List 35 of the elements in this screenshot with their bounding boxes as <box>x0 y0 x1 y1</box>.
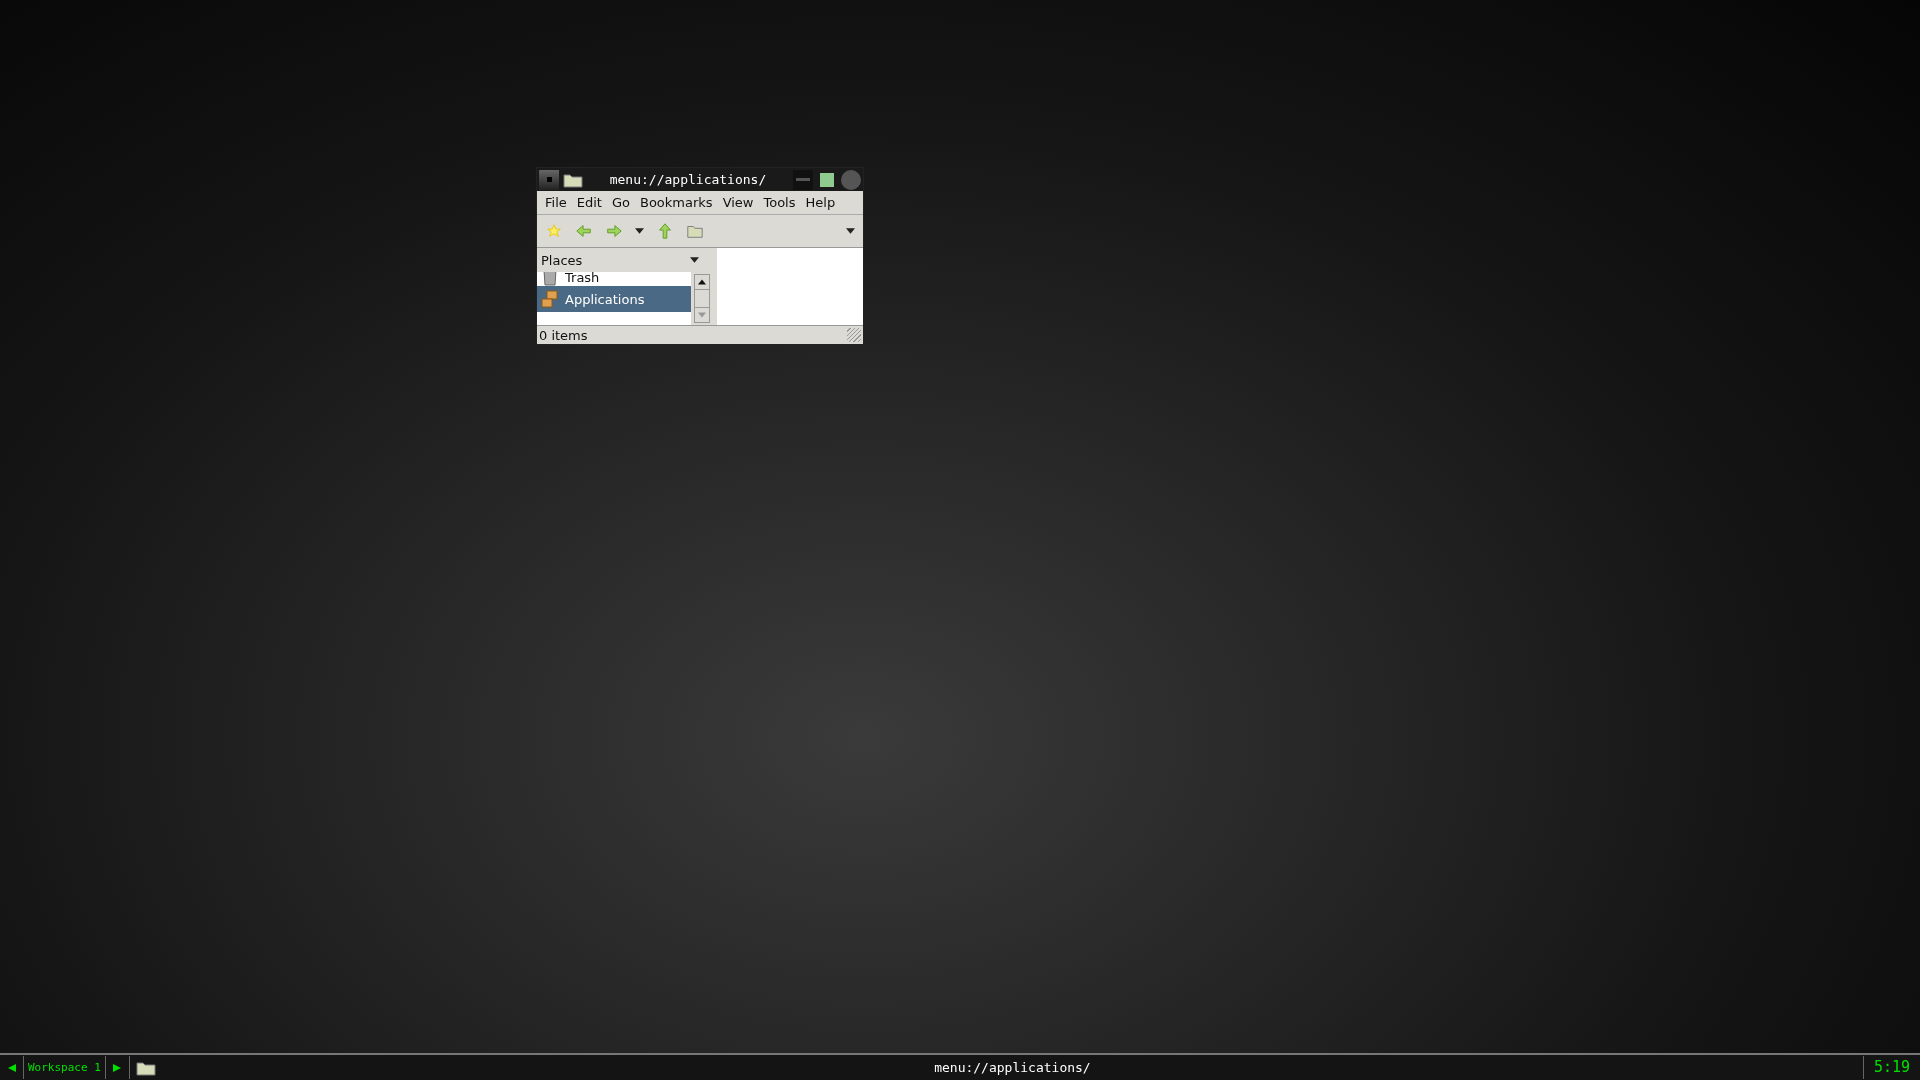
left-arrow-icon <box>7 1063 16 1072</box>
forward-icon[interactable] <box>605 222 623 240</box>
back-icon[interactable] <box>575 222 593 240</box>
folder-icon <box>563 171 583 188</box>
folder-icon[interactable] <box>135 1059 156 1076</box>
right-arrow-icon <box>113 1063 122 1072</box>
clock: 5:19 <box>1863 1056 1920 1079</box>
menu-item[interactable]: File <box>541 194 571 211</box>
menu-item[interactable]: Edit <box>572 194 606 211</box>
close-button[interactable] <box>841 169 861 190</box>
minimize-button[interactable] <box>793 169 813 190</box>
menu-item[interactable]: View <box>718 194 758 211</box>
window-title: menu://applications/ <box>608 172 768 187</box>
menu-item[interactable]: Tools <box>759 194 800 211</box>
caret-icon[interactable] <box>846 228 855 234</box>
window-menu-button[interactable] <box>539 169 559 190</box>
menu-item[interactable]: Go <box>607 194 634 211</box>
task-title[interactable]: menu://applications/ <box>161 1060 1863 1075</box>
resize-grip[interactable] <box>847 328 861 342</box>
places-header[interactable]: Places <box>537 248 713 272</box>
star-icon[interactable] <box>545 222 563 240</box>
boxes-icon <box>541 290 559 308</box>
status-text: 0 items <box>539 327 589 343</box>
menu-item[interactable]: Help <box>801 194 840 211</box>
sidebar-item[interactable]: Applications <box>537 286 691 312</box>
down-arrow-icon[interactable] <box>698 312 706 318</box>
menu-item[interactable]: Bookmarks <box>636 194 717 211</box>
caret-icon[interactable] <box>690 257 699 263</box>
up-arrow-icon[interactable] <box>698 279 706 285</box>
workspace-label: Workspace 1 <box>24 1056 106 1079</box>
up-icon[interactable] <box>656 222 674 240</box>
caret-icon[interactable] <box>635 228 644 234</box>
scrollbar[interactable] <box>694 274 710 323</box>
sidebar-item[interactable]: Trash <box>537 272 691 286</box>
maximize-button[interactable] <box>820 172 834 187</box>
